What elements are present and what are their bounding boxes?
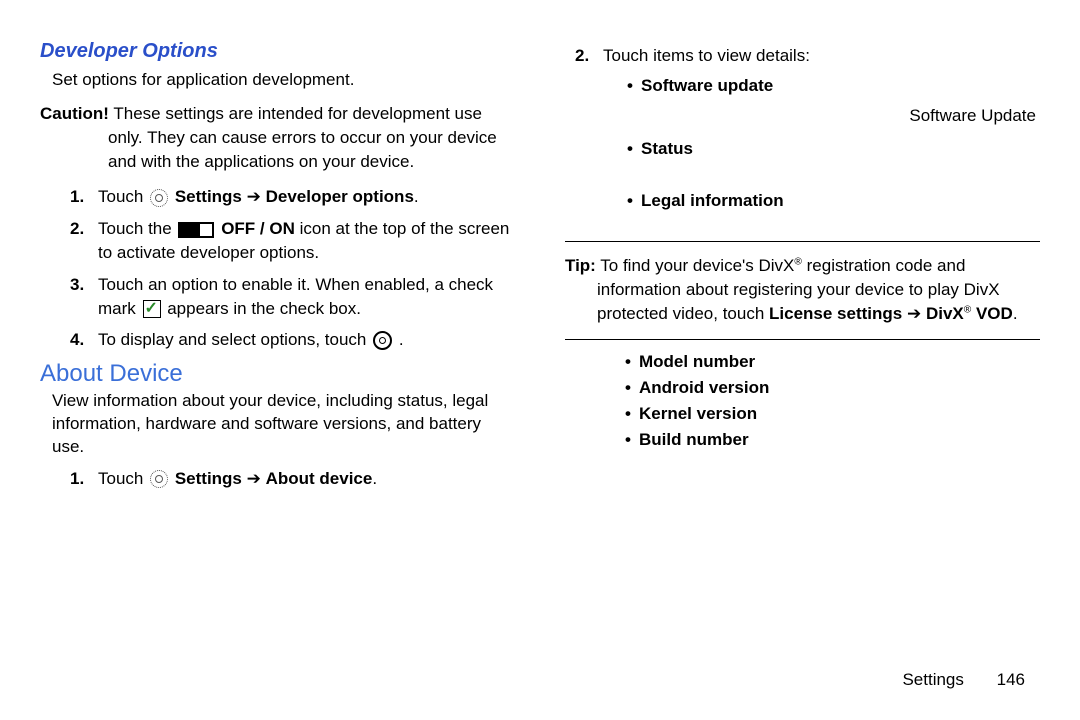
step-3: 3. Touch an option to enable it. When en… bbox=[70, 273, 515, 321]
toggle-icon bbox=[178, 222, 214, 238]
rule-bottom bbox=[565, 339, 1040, 340]
software-update-note: Software Update bbox=[603, 104, 1036, 128]
left-column: Developer Options Set options for applic… bbox=[40, 40, 540, 700]
details-step-2: 2. Touch items to view details: Software… bbox=[575, 44, 1040, 213]
about-steps: 1. Touch Settings ➔ About device. bbox=[70, 467, 515, 491]
footer-page-number: 146 bbox=[997, 670, 1025, 689]
item-software-update: Software update bbox=[627, 74, 1040, 98]
gear-icon bbox=[150, 189, 168, 207]
step-4: 4. To display and select options, touch … bbox=[70, 328, 515, 352]
item-legal-info: Legal information bbox=[627, 189, 1040, 213]
right-column: 2. Touch items to view details: Software… bbox=[540, 40, 1040, 700]
about-device-heading: About Device bbox=[40, 360, 515, 388]
reg-mark: ® bbox=[794, 256, 802, 267]
details-list-2: Model number Android version Kernel vers… bbox=[625, 352, 1040, 450]
tip-label: Tip: bbox=[565, 256, 596, 275]
details-list-1: Software update bbox=[627, 74, 1040, 98]
footer-section: Settings bbox=[902, 670, 963, 689]
item-build-number: Build number bbox=[625, 430, 1040, 450]
developer-options-intro: Set options for application development. bbox=[52, 69, 515, 92]
step-1: 1. Touch Settings ➔ Developer options. bbox=[70, 185, 515, 209]
details-list-1b: Status Legal information bbox=[627, 137, 1040, 213]
page-footer: Settings 146 bbox=[902, 670, 1025, 690]
caution-label: Caution! bbox=[40, 104, 109, 123]
page: Developer Options Set options for applic… bbox=[0, 0, 1080, 720]
caution-line2: only. They can cause errors to occur on … bbox=[40, 126, 515, 174]
item-status: Status bbox=[627, 137, 1040, 161]
details-steps: 2. Touch items to view details: Software… bbox=[575, 44, 1040, 213]
tip-block: Tip: To find your device's DivX® registr… bbox=[565, 254, 1040, 325]
step-2: 2. Touch the OFF / ON icon at the top of… bbox=[70, 217, 515, 265]
checkmark-icon bbox=[143, 300, 161, 318]
item-kernel-version: Kernel version bbox=[625, 404, 1040, 424]
developer-options-heading: Developer Options bbox=[40, 40, 515, 63]
about-device-desc: View information about your device, incl… bbox=[52, 390, 515, 459]
rule-top bbox=[565, 241, 1040, 242]
gear-icon bbox=[150, 470, 168, 488]
developer-steps: 1. Touch Settings ➔ Developer options. 2… bbox=[70, 185, 515, 352]
caution-line1: These settings are intended for developm… bbox=[113, 104, 482, 123]
about-step-1: 1. Touch Settings ➔ About device. bbox=[70, 467, 515, 491]
item-android-version: Android version bbox=[625, 378, 1040, 398]
caution-block: Caution! These settings are intended for… bbox=[40, 102, 515, 173]
item-model-number: Model number bbox=[625, 352, 1040, 372]
ring-icon bbox=[373, 331, 392, 350]
